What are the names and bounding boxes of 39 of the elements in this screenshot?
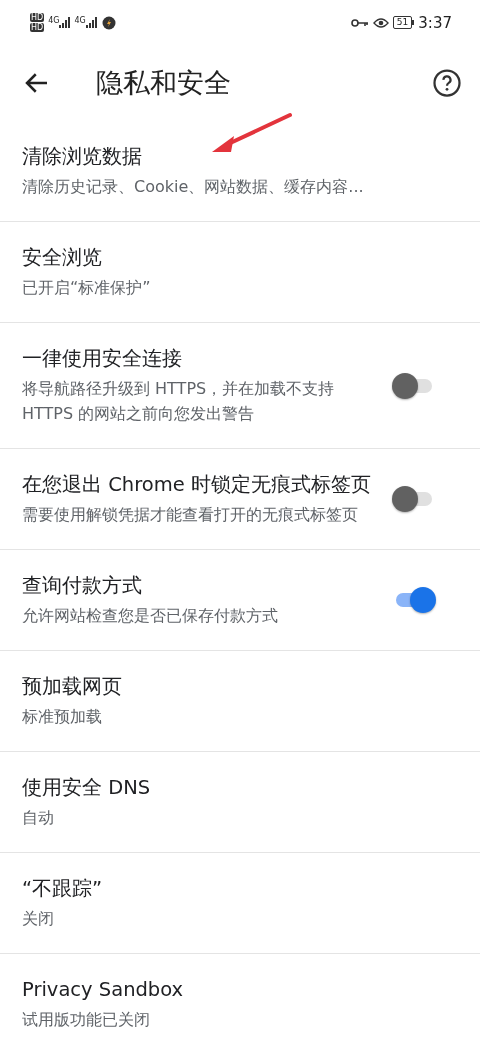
setting-description: 自动: [22, 807, 55, 829]
setting-description: 允许网站检查您是否已保存付款方式: [22, 605, 279, 627]
setting-title: Privacy Sandbox: [22, 977, 185, 1003]
setting-title: 清除浏览数据: [22, 144, 143, 170]
eye-icon: [372, 16, 389, 29]
setting-title: 一律使用安全连接: [22, 346, 183, 372]
setting-description: 清除历史记录、Cookie、网站数据、缓存内容...: [22, 176, 365, 198]
setting-title: 使用安全 DNS: [22, 775, 152, 801]
setting-description: 标准预加载: [22, 706, 103, 728]
setting-row[interactable]: “不跟踪” 关闭: [0, 853, 480, 954]
sim-label: HD: [30, 13, 45, 22]
setting-description: 将导航路径升级到 HTTPS，并在加载不支持 HTTPS 的网站之前向您发出警告: [22, 378, 336, 425]
setting-row[interactable]: 查询付款方式 允许网站检查您是否已保存付款方式: [0, 550, 480, 651]
setting-row[interactable]: 安全浏览 已开启“标准保护”: [0, 222, 480, 323]
signal-icon: [85, 17, 98, 28]
key-icon: [350, 17, 369, 28]
setting-title: 安全浏览: [22, 245, 103, 271]
network-type: 4G: [74, 17, 86, 25]
setting-description: 需要使用解锁凭据才能查看打开的无痕式标签页: [22, 504, 359, 526]
network-type: 4G: [48, 17, 60, 25]
status-time: 3:37: [418, 13, 452, 32]
setting-title: 预加载网页: [22, 674, 123, 700]
setting-title: “不跟踪”: [22, 876, 104, 902]
power-saver-icon: [101, 15, 116, 30]
battery-level: 51: [392, 16, 413, 29]
setting-row[interactable]: 一律使用安全连接 将导航路径升级到 HTTPS，并在加载不支持 HTTPS 的网站之前向您发出警告: [0, 323, 480, 449]
setting-description: 试用版功能已关闭: [22, 1009, 151, 1031]
help-button[interactable]: [432, 68, 462, 98]
setting-description: 关闭: [22, 908, 55, 930]
setting-row[interactable]: 在您退出 Chrome 时锁定无痕式标签页 需要使用解锁凭据才能查看打开的无痕式标签页: [0, 449, 480, 550]
page-title: 隐私和安全: [96, 66, 232, 100]
setting-row[interactable]: Privacy Sandbox 试用版功能已关闭: [0, 954, 480, 1054]
signal-icon: [59, 17, 72, 28]
setting-title: 查询付款方式: [22, 573, 143, 599]
sim-label: HD: [30, 23, 45, 32]
setting-description: 已开启“标准保护”: [22, 277, 152, 299]
setting-title: 在您退出 Chrome 时锁定无痕式标签页: [22, 472, 372, 498]
setting-row[interactable]: 预加载网页 标准预加载: [0, 651, 480, 752]
setting-row[interactable]: 使用安全 DNS 自动: [0, 752, 480, 853]
